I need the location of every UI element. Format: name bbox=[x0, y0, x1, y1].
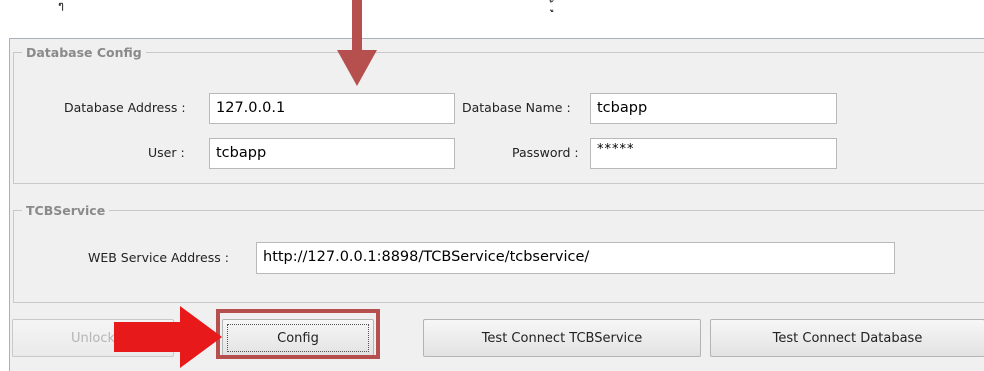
test-connect-tcbservice-label: Test Connect TCBService bbox=[481, 330, 643, 346]
top-strip: ๆ ู้ bbox=[0, 0, 984, 38]
unlock-button-label: Unlock bbox=[71, 330, 115, 346]
password-label: Password : bbox=[512, 145, 579, 160]
web-service-address-input[interactable]: http://127.0.0.1:8898/TCBService/tcbserv… bbox=[256, 242, 895, 274]
user-label: User : bbox=[148, 145, 185, 160]
right-arrow-icon bbox=[114, 306, 222, 368]
tcbservice-legend: TCBService bbox=[26, 203, 106, 218]
test-connect-tcbservice-button[interactable]: Test Connect TCBService bbox=[423, 319, 701, 357]
test-connect-database-button[interactable]: Test Connect Database bbox=[710, 319, 984, 357]
down-arrow-icon bbox=[337, 0, 377, 86]
test-connect-database-label: Test Connect Database bbox=[772, 330, 923, 346]
database-address-input[interactable]: 127.0.0.1 bbox=[209, 93, 455, 124]
config-highlight-outline bbox=[216, 309, 380, 359]
password-input[interactable]: ***** bbox=[590, 138, 837, 169]
database-address-label: Database Address : bbox=[64, 100, 186, 115]
database-name-input[interactable]: tcbapp bbox=[590, 93, 837, 124]
database-config-legend: Database Config bbox=[26, 45, 142, 60]
web-service-address-label: WEB Service Address : bbox=[88, 250, 229, 265]
text-fragment: ๆ bbox=[58, 0, 64, 12]
database-name-label: Database Name : bbox=[462, 100, 571, 115]
user-input[interactable]: tcbapp bbox=[209, 138, 455, 169]
